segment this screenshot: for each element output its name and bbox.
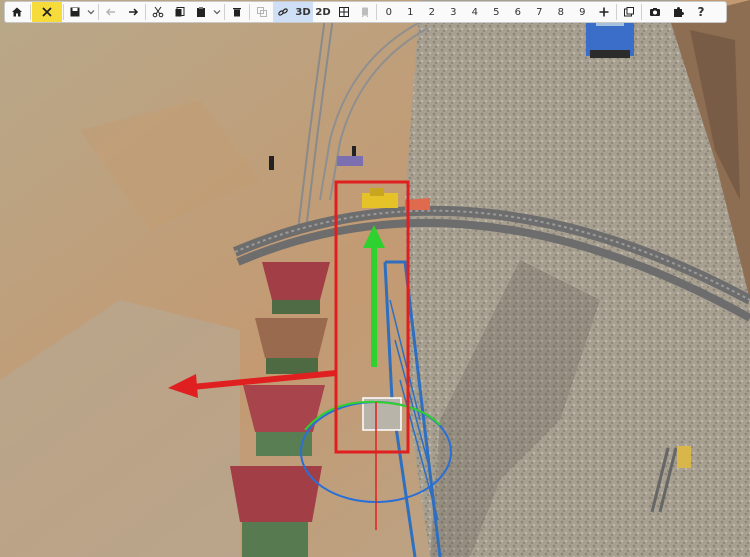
duplicate-button[interactable] — [251, 2, 273, 22]
add-button[interactable] — [593, 2, 615, 22]
help-button[interactable]: ? — [689, 2, 713, 22]
save-dropdown[interactable] — [85, 2, 97, 22]
layer-0-button[interactable]: 0 — [378, 2, 400, 22]
layer-9-button[interactable]: 9 — [572, 2, 594, 22]
paste-button[interactable] — [191, 2, 211, 22]
layer-2-button[interactable]: 2 — [421, 2, 443, 22]
toolbar-divider — [63, 4, 64, 20]
link-icon — [278, 8, 288, 16]
chevron-down-icon — [87, 10, 95, 15]
undo-button[interactable] — [100, 2, 122, 22]
toolbar-divider — [641, 4, 642, 20]
plus-icon — [599, 7, 609, 17]
delete-button[interactable] — [226, 2, 248, 22]
chevron-down-icon — [213, 10, 221, 15]
toolbar-divider — [145, 4, 146, 20]
paste-icon — [197, 7, 205, 17]
view-2d-button[interactable]: 2D — [313, 2, 333, 22]
wrench-screwdriver-icon — [42, 7, 52, 17]
toolbar-divider — [98, 4, 99, 20]
redo-arrow-icon — [129, 8, 139, 16]
paste-dropdown[interactable] — [211, 2, 223, 22]
signal-post[interactable] — [269, 156, 274, 170]
grid-button[interactable] — [333, 2, 355, 22]
window-icon — [624, 7, 634, 17]
window-button[interactable] — [618, 2, 640, 22]
duplicate-icon — [257, 7, 267, 17]
train-button[interactable] — [355, 2, 375, 22]
toolbar-divider — [376, 4, 377, 20]
yellow-pin[interactable] — [677, 446, 691, 468]
scissors-icon — [152, 6, 164, 18]
screenshot-button[interactable] — [643, 2, 667, 22]
redo-button[interactable] — [122, 2, 144, 22]
copy-button[interactable] — [169, 2, 191, 22]
layer-1-button[interactable]: 1 — [400, 2, 422, 22]
tools-button[interactable] — [32, 2, 62, 22]
extensions-button[interactable] — [667, 2, 689, 22]
toolbar-divider — [224, 4, 225, 20]
switch-stand[interactable] — [337, 156, 363, 166]
main-toolbar: 3D 2D 0 1 2 3 4 5 6 7 8 9 ? — [4, 1, 727, 23]
layer-3-button[interactable]: 3 — [443, 2, 465, 22]
hopper-car[interactable] — [262, 262, 330, 314]
trash-icon — [233, 8, 241, 17]
layer-6-button[interactable]: 6 — [507, 2, 529, 22]
layer-7-button[interactable]: 7 — [529, 2, 551, 22]
view-3d-button[interactable]: 3D — [293, 2, 313, 22]
copy-icon — [175, 7, 185, 17]
save-button[interactable] — [65, 2, 85, 22]
layer-4-button[interactable]: 4 — [464, 2, 486, 22]
grid-icon — [339, 7, 349, 17]
toolbar-divider — [616, 4, 617, 20]
puzzle-icon — [674, 7, 684, 17]
toolbar-divider — [249, 4, 250, 20]
undo-arrow-icon — [105, 8, 115, 16]
viewport-3d[interactable] — [0, 0, 750, 557]
home-button[interactable] — [5, 2, 29, 22]
home-icon — [12, 7, 22, 17]
link-button[interactable] — [273, 2, 293, 22]
layer-8-button[interactable]: 8 — [550, 2, 572, 22]
camera-icon — [650, 8, 660, 16]
train-icon — [361, 7, 369, 18]
save-icon — [70, 7, 80, 17]
toolbar-divider — [30, 4, 31, 20]
cut-button[interactable] — [147, 2, 169, 22]
layer-5-button[interactable]: 5 — [486, 2, 508, 22]
